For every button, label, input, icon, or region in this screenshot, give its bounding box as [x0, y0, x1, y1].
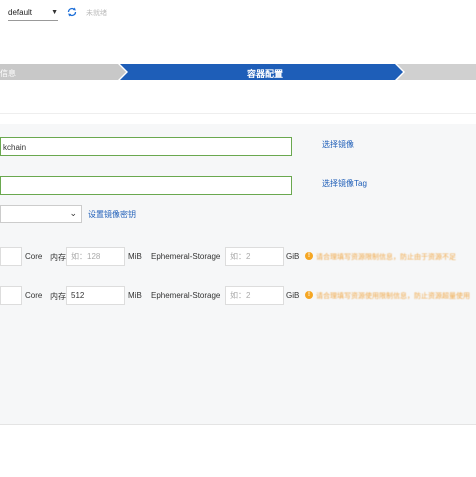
memory-label: 内存 — [50, 253, 66, 262]
chevron-down-icon: ⌄ — [69, 208, 77, 218]
set-image-secret-link[interactable]: 设置镜像密钥 — [88, 209, 136, 220]
container-config-panel — [0, 124, 476, 424]
memory-unit-label: MiB — [128, 252, 142, 261]
memory-unit-label: MiB — [128, 291, 142, 300]
ephemeral-unit-label: GiB — [286, 252, 300, 261]
panel-bottom-divider — [0, 424, 476, 425]
ephemeral-storage-request-input[interactable]: 如：2 — [225, 247, 284, 266]
memory-label: 内存 — [50, 292, 66, 301]
memory-limit-value: 512 — [71, 291, 85, 300]
select-image-link[interactable]: 选择镜像 — [322, 139, 354, 150]
caret-down-icon: ▼ — [51, 9, 58, 16]
ephemeral-request-placeholder: 如：2 — [230, 252, 251, 261]
warning-icon: ! — [305, 291, 313, 299]
divider — [0, 113, 476, 114]
cpu-limit-input[interactable] — [0, 286, 22, 305]
warning-icon: ! — [305, 252, 313, 260]
namespace-select-value: default — [8, 8, 33, 17]
image-tag-input[interactable] — [0, 176, 292, 195]
memory-limit-input[interactable]: 512 — [66, 286, 125, 305]
step-current-label: 容器配置 — [246, 69, 283, 79]
namespace-select[interactable]: default ▼ — [8, 6, 58, 21]
ephemeral-unit-label: GiB — [286, 291, 300, 300]
ephemeral-storage-label: Ephemeral-Storage — [151, 252, 221, 261]
ephemeral-limit-placeholder: 如：2 — [230, 291, 251, 300]
cpu-unit-label: Core — [25, 252, 43, 261]
step-previous-shape — [0, 64, 126, 80]
resource-warning-text: 请合理填写资源限制信息，防止由于资源不足 — [316, 254, 456, 261]
status-text: 未就绪 — [86, 10, 107, 17]
cpu-request-input[interactable] — [0, 247, 22, 266]
step-next-shape — [397, 64, 476, 80]
ephemeral-storage-limit-input[interactable]: 如：2 — [225, 286, 284, 305]
memory-request-input[interactable]: 如：128 — [66, 247, 125, 266]
image-secret-select[interactable]: ⌄ — [0, 205, 82, 223]
ephemeral-storage-label: Ephemeral-Storage — [151, 291, 221, 300]
memory-request-placeholder: 如：128 — [71, 252, 101, 261]
image-input[interactable]: kchain — [0, 137, 292, 156]
image-input-value: kchain — [3, 143, 27, 152]
resource-warning-text: 请合理填写资源使用限制信息，防止资源超量使用 — [316, 293, 470, 300]
refresh-icon[interactable] — [66, 6, 78, 18]
step-previous-label: 信息 — [0, 69, 16, 78]
cpu-unit-label: Core — [25, 291, 43, 300]
select-image-tag-link[interactable]: 选择镜像Tag — [322, 178, 367, 189]
